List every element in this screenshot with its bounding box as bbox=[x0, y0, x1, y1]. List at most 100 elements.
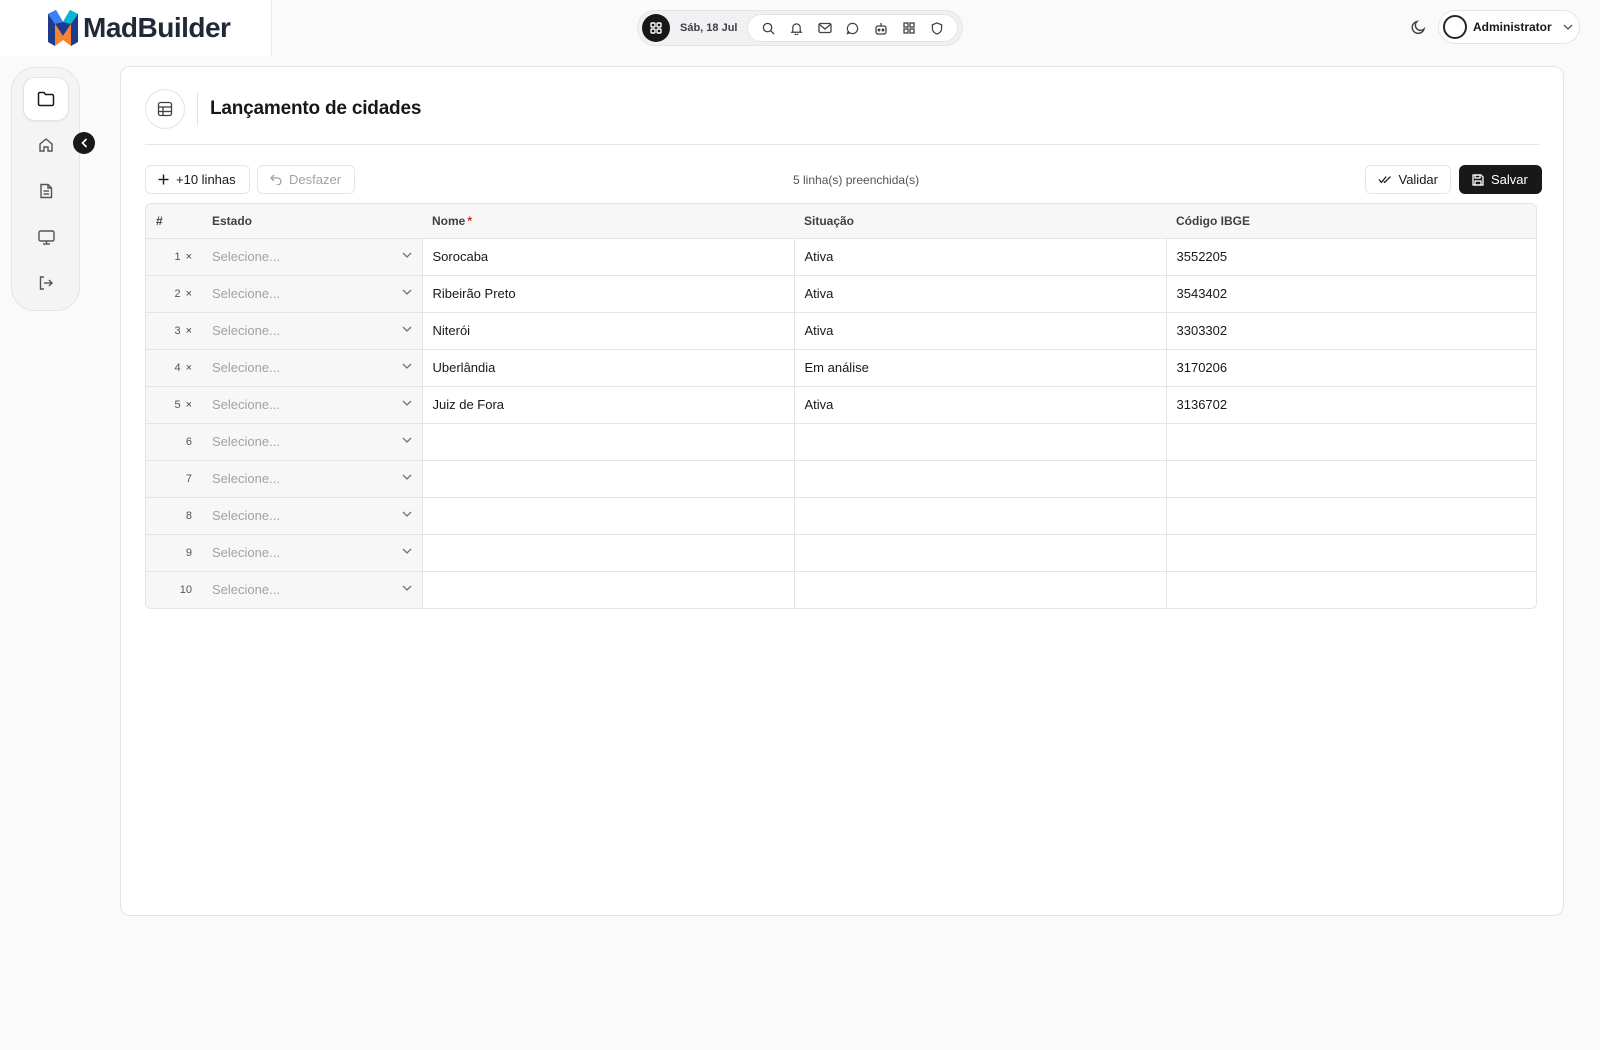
ibge-cell[interactable]: 3303302 bbox=[1165, 312, 1536, 350]
nome-cell[interactable] bbox=[421, 571, 794, 608]
situacao-cell[interactable] bbox=[793, 534, 1166, 572]
shield-icon[interactable] bbox=[927, 18, 947, 38]
nome-cell[interactable] bbox=[421, 460, 794, 498]
bell-icon[interactable] bbox=[787, 18, 807, 38]
estado-select[interactable]: Selecione... bbox=[202, 571, 422, 608]
chevron-left-icon bbox=[80, 138, 87, 148]
nome-cell[interactable]: Niterói bbox=[421, 312, 794, 350]
save-icon bbox=[1472, 173, 1484, 186]
row-number: 2 bbox=[174, 287, 181, 300]
estado-select[interactable]: Selecione... bbox=[202, 497, 422, 535]
apps-icon[interactable] bbox=[899, 18, 919, 38]
estado-select[interactable]: Selecione... bbox=[202, 534, 422, 572]
moon-icon[interactable] bbox=[1410, 18, 1428, 36]
remove-row-button[interactable]: × bbox=[186, 251, 192, 263]
row-index-cell: 8 bbox=[146, 497, 202, 535]
sidebar-collapse-button[interactable] bbox=[73, 132, 95, 154]
bot-icon[interactable] bbox=[871, 18, 891, 38]
save-button[interactable]: Salvar bbox=[1459, 165, 1542, 194]
data-grid: # Estado Nome * Situação Código IBGE 1 × Se… bbox=[145, 203, 1537, 609]
row-index-cell: 5 × bbox=[146, 386, 202, 424]
estado-select-value: Selecione... bbox=[212, 286, 280, 301]
table-row: 10 Selecione... bbox=[146, 571, 1536, 608]
chevron-down-icon bbox=[402, 548, 411, 554]
estado-select[interactable]: Selecione... bbox=[202, 386, 422, 424]
nome-cell[interactable] bbox=[421, 497, 794, 535]
row-number: 4 bbox=[174, 361, 181, 374]
nome-cell[interactable] bbox=[421, 534, 794, 572]
ibge-cell[interactable]: 3552205 bbox=[1165, 238, 1536, 276]
top-bar: MadBuilder Sáb, 18 Jul Administrator bbox=[0, 0, 1600, 56]
ibge-cell[interactable] bbox=[1165, 423, 1536, 461]
situacao-cell[interactable]: Ativa bbox=[793, 275, 1166, 313]
ibge-cell[interactable] bbox=[1165, 460, 1536, 498]
validate-button[interactable]: Validar bbox=[1365, 165, 1451, 194]
chevron-down-icon bbox=[402, 585, 411, 591]
estado-select-value: Selecione... bbox=[212, 508, 280, 523]
chat-icon[interactable] bbox=[843, 18, 863, 38]
nome-cell[interactable]: Ribeirão Preto bbox=[421, 275, 794, 313]
table-row: 6 Selecione... bbox=[146, 423, 1536, 461]
chevron-down-icon bbox=[402, 289, 411, 295]
user-menu-button[interactable]: Administrator bbox=[1438, 10, 1580, 44]
chevron-down-icon bbox=[402, 474, 411, 480]
situacao-cell[interactable] bbox=[793, 571, 1166, 608]
situacao-cell[interactable] bbox=[793, 460, 1166, 498]
remove-row-button[interactable]: × bbox=[186, 288, 192, 300]
apps-grid-button[interactable] bbox=[642, 14, 670, 42]
undo-button[interactable]: Desfazer bbox=[257, 165, 355, 194]
mail-icon[interactable] bbox=[815, 18, 835, 38]
estado-select[interactable]: Selecione... bbox=[202, 238, 422, 276]
nome-cell[interactable]: Uberlândia bbox=[421, 349, 794, 387]
undo-icon bbox=[270, 174, 282, 185]
situacao-cell[interactable] bbox=[793, 423, 1166, 461]
sidebar-item-logout[interactable] bbox=[23, 261, 69, 305]
table-row: 7 Selecione... bbox=[146, 460, 1536, 498]
column-header-nome-label: Nome bbox=[432, 213, 466, 228]
remove-row-button[interactable]: × bbox=[186, 399, 192, 411]
nome-cell[interactable]: Sorocaba bbox=[421, 238, 794, 276]
ibge-cell[interactable]: 3543402 bbox=[1165, 275, 1536, 313]
row-index-cell: 7 bbox=[146, 460, 202, 498]
current-date: Sáb, 18 Jul bbox=[680, 22, 738, 34]
remove-row-button[interactable]: × bbox=[186, 325, 192, 337]
table-body: 1 × Selecione... Sorocaba Ativa 3552205 2 × Sele… bbox=[146, 238, 1536, 608]
table-icon bbox=[145, 88, 185, 129]
estado-select-value: Selecione... bbox=[212, 360, 280, 375]
situacao-cell[interactable]: Ativa bbox=[793, 312, 1166, 350]
sidebar-item-monitor[interactable] bbox=[23, 215, 69, 259]
grid-icon bbox=[650, 22, 662, 34]
sidebar bbox=[11, 67, 80, 311]
ibge-cell[interactable]: 3170206 bbox=[1165, 349, 1536, 387]
home-icon bbox=[39, 138, 53, 152]
situacao-cell[interactable]: Em análise bbox=[793, 349, 1166, 387]
sidebar-item-documents[interactable] bbox=[23, 169, 69, 213]
ibge-cell[interactable] bbox=[1165, 571, 1536, 608]
add-rows-button[interactable]: +10 linhas bbox=[145, 165, 250, 194]
estado-select[interactable]: Selecione... bbox=[202, 349, 422, 387]
sidebar-item-home[interactable] bbox=[23, 123, 69, 167]
estado-select[interactable]: Selecione... bbox=[202, 423, 422, 461]
row-index-cell: 4 × bbox=[146, 349, 202, 387]
situacao-cell[interactable] bbox=[793, 497, 1166, 535]
remove-row-button[interactable]: × bbox=[186, 362, 192, 374]
cities-table: # Estado Nome * Situação Código IBGE 1 × Se… bbox=[146, 204, 1536, 608]
nome-cell[interactable]: Juiz de Fora bbox=[421, 386, 794, 424]
situacao-cell[interactable]: Ativa bbox=[793, 386, 1166, 424]
estado-select[interactable]: Selecione... bbox=[202, 275, 422, 313]
ibge-cell[interactable] bbox=[1165, 497, 1536, 535]
column-header-nome: Nome * bbox=[422, 204, 794, 239]
ibge-cell[interactable] bbox=[1165, 534, 1536, 572]
row-number: 5 bbox=[174, 398, 181, 411]
search-icon[interactable] bbox=[759, 18, 779, 38]
save-label: Salvar bbox=[1491, 172, 1528, 187]
sidebar-item-folder[interactable] bbox=[23, 77, 69, 121]
estado-select[interactable]: Selecione... bbox=[202, 312, 422, 350]
estado-select[interactable]: Selecione... bbox=[202, 460, 422, 498]
row-number: 7 bbox=[185, 472, 192, 485]
situacao-cell[interactable]: Ativa bbox=[793, 238, 1166, 276]
nome-cell[interactable] bbox=[421, 423, 794, 461]
table-row: 3 × Selecione... Niterói Ativa 3303302 bbox=[146, 312, 1536, 350]
estado-select-value: Selecione... bbox=[212, 397, 280, 412]
ibge-cell[interactable]: 3136702 bbox=[1165, 386, 1536, 424]
